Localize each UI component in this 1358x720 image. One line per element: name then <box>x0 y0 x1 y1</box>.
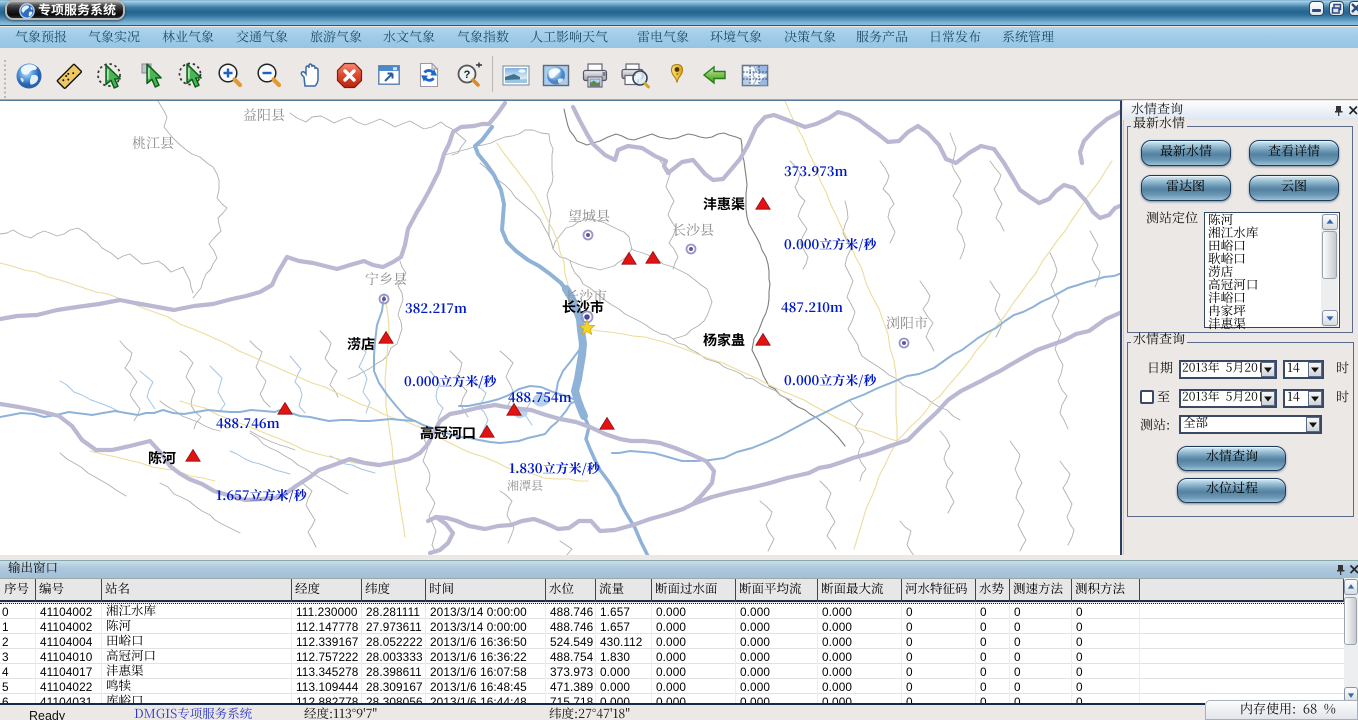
svg-text:?: ? <box>464 69 471 81</box>
